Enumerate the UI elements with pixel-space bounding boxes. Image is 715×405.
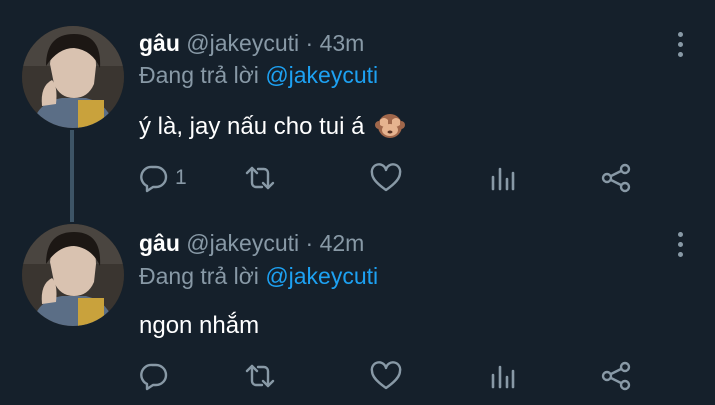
tweet-text: ý là, jay nấu cho tui á bbox=[139, 110, 406, 141]
reply-button[interactable]: 1 bbox=[139, 160, 187, 196]
tweet-actions: 1 bbox=[139, 160, 659, 196]
mention-link[interactable]: @jakeycuti bbox=[265, 62, 378, 88]
avatar[interactable] bbox=[22, 26, 124, 128]
tweet-text-content: ngon nhắm bbox=[139, 312, 260, 339]
thread-line bbox=[70, 130, 74, 222]
timestamp[interactable]: 43m bbox=[320, 30, 365, 56]
like-button[interactable] bbox=[370, 358, 402, 394]
timestamp[interactable]: 42m bbox=[320, 230, 365, 256]
replying-to: Đang trả lời @jakeycuti bbox=[139, 62, 378, 89]
tweet-actions bbox=[139, 358, 659, 394]
tweet[interactable]: gâu @jakeycuti · 42m Đang trả lời @jakey… bbox=[0, 220, 715, 405]
display-name[interactable]: gâu bbox=[139, 30, 180, 56]
mention-link[interactable]: @jakeycuti bbox=[265, 263, 378, 289]
tweet-header: gâu @jakeycuti · 43m bbox=[139, 30, 364, 60]
tweet-text: ngon nhắm bbox=[139, 312, 259, 340]
stats-icon bbox=[491, 365, 515, 389]
display-name[interactable]: gâu bbox=[139, 230, 180, 256]
replying-prefix: Đang trả lời bbox=[139, 62, 259, 88]
share-button[interactable] bbox=[601, 160, 633, 196]
retweet-icon bbox=[245, 364, 275, 388]
avatar[interactable] bbox=[22, 224, 124, 326]
reply-icon bbox=[140, 363, 168, 391]
user-handle[interactable]: @jakeycuti bbox=[186, 30, 299, 56]
retweet-button[interactable] bbox=[244, 160, 276, 196]
share-button[interactable] bbox=[601, 358, 633, 394]
reply-count: 1 bbox=[175, 166, 187, 189]
stats-icon bbox=[491, 167, 515, 191]
share-icon bbox=[601, 361, 631, 391]
retweet-icon bbox=[245, 166, 275, 190]
replying-to: Đang trả lời @jakeycuti bbox=[139, 263, 378, 290]
see-no-evil-monkey-icon bbox=[375, 110, 406, 140]
reply-button[interactable] bbox=[139, 358, 169, 394]
stats-button[interactable] bbox=[489, 358, 517, 394]
more-icon[interactable] bbox=[675, 32, 685, 62]
like-icon bbox=[370, 163, 402, 192]
like-icon bbox=[370, 361, 402, 390]
tweet[interactable]: gâu @jakeycuti · 43m Đang trả lời @jakey… bbox=[0, 0, 715, 222]
tweet-header: gâu @jakeycuti · 42m bbox=[139, 230, 364, 260]
separator: · bbox=[305, 230, 314, 256]
share-icon bbox=[601, 163, 631, 193]
tweet-text-content: ý là, jay nấu cho tui á bbox=[139, 113, 365, 140]
stats-button[interactable] bbox=[489, 160, 517, 196]
more-icon[interactable] bbox=[675, 232, 685, 262]
user-handle[interactable]: @jakeycuti bbox=[186, 230, 299, 256]
replying-prefix: Đang trả lời bbox=[139, 263, 259, 289]
reply-icon bbox=[140, 165, 168, 193]
separator: · bbox=[305, 30, 314, 56]
retweet-button[interactable] bbox=[244, 358, 276, 394]
like-button[interactable] bbox=[370, 160, 402, 196]
